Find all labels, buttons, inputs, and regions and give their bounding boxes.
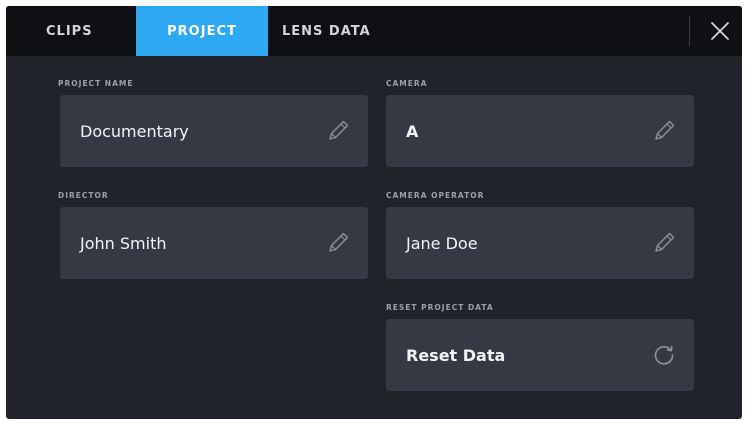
project-name-label: PROJECT NAME — [58, 79, 134, 88]
director-label: DIRECTOR — [58, 191, 109, 200]
project-name-field[interactable]: Documentary — [60, 95, 368, 167]
tab-project[interactable]: PROJECT — [136, 6, 268, 56]
close-icon — [711, 22, 729, 40]
close-button[interactable] — [700, 11, 740, 51]
director-field[interactable]: John Smith — [60, 207, 368, 279]
pencil-icon — [329, 232, 349, 252]
camera-operator-field[interactable]: Jane Doe — [386, 207, 694, 279]
tab-lens-data[interactable]: LENS DATA — [268, 6, 388, 56]
camera-field[interactable]: A — [386, 95, 694, 167]
reset-data-button[interactable]: Reset Data — [386, 319, 694, 391]
camera-operator-value: Jane Doe — [406, 233, 478, 253]
project-settings-screen: CLIPS PROJECT LENS DATA PROJECT NAME Doc… — [6, 6, 742, 419]
refresh-icon — [654, 345, 674, 365]
tab-divider — [689, 16, 690, 46]
pencil-icon — [329, 120, 349, 140]
project-name-value: Documentary — [80, 121, 189, 141]
pencil-icon — [655, 120, 675, 140]
camera-operator-label: CAMERA OPERATOR — [386, 191, 485, 200]
camera-value: A — [406, 121, 419, 141]
camera-label: CAMERA — [386, 79, 428, 88]
reset-project-data-label: RESET PROJECT DATA — [386, 303, 494, 312]
pencil-icon — [655, 232, 675, 252]
tab-clips[interactable]: CLIPS — [20, 6, 114, 56]
director-value: John Smith — [80, 233, 167, 253]
tab-bar: CLIPS PROJECT LENS DATA — [6, 6, 742, 56]
reset-data-label: Reset Data — [406, 345, 506, 365]
